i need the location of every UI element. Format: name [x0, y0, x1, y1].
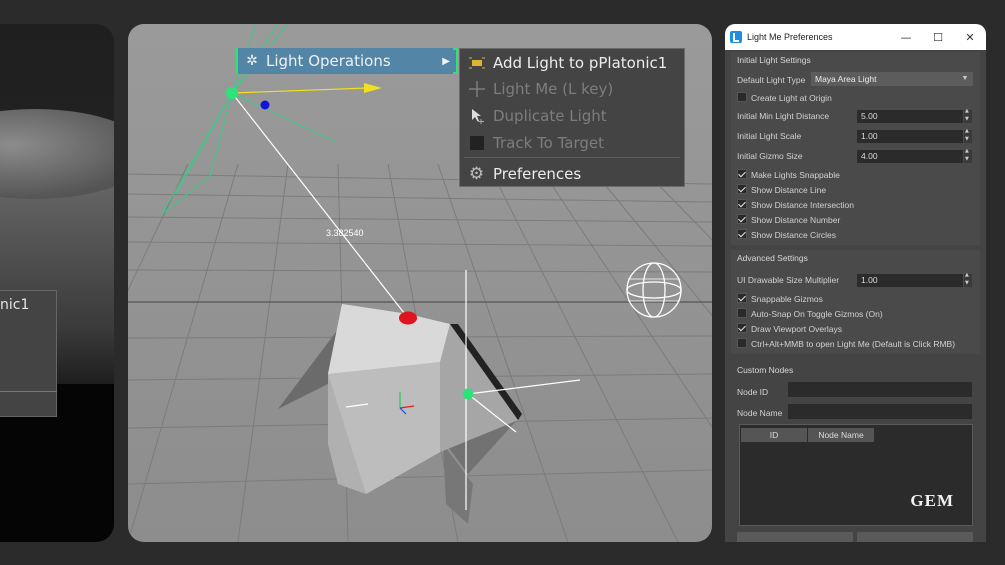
wire-sphere: [626, 262, 682, 318]
node-id-input[interactable]: [788, 382, 972, 397]
light-scale-field[interactable]: 1.00: [857, 130, 963, 143]
initial-settings-heading: Initial Light Settings: [737, 55, 811, 65]
draw-overlays-checkbox[interactable]: [737, 323, 747, 333]
show-distance-line-checkbox[interactable]: [737, 184, 747, 194]
chevron-down-icon: ▼: [961, 75, 969, 82]
minimize-button[interactable]: —: [890, 31, 922, 44]
menu-separator: [464, 157, 680, 158]
show-distance-number-checkbox[interactable]: [737, 214, 747, 224]
size-multiplier-field[interactable]: 1.00: [857, 274, 963, 287]
crosshair-icon: [460, 81, 493, 97]
light-operations-submenu: Add Light to pPlatonic1 Light Me (L key)…: [459, 48, 685, 187]
min-distance-spinner[interactable]: [964, 108, 972, 123]
advanced-settings-heading: Advanced Settings: [737, 253, 808, 263]
object-label: nic1: [0, 297, 30, 313]
light-scale-spinner[interactable]: [964, 128, 972, 143]
remove-node-button[interactable]: [857, 532, 973, 542]
ctrl-alt-mmb-checkbox[interactable]: [737, 338, 747, 348]
default-light-type-dropdown[interactable]: Maya Area Light ▼: [811, 72, 973, 86]
menu-item-light-me[interactable]: Light Me (L key): [460, 76, 684, 102]
menu-item-add-light[interactable]: Add Light to pPlatonic1: [460, 50, 684, 76]
submenu-arrow-icon: ▶: [442, 55, 450, 67]
min-distance-field[interactable]: 5.00: [857, 110, 963, 123]
cursor-duplicate-icon: [460, 108, 493, 124]
distance-readout: 3.382540: [326, 228, 364, 238]
initial-settings-section: Initial Light Settings Default Light Typ…: [731, 52, 980, 245]
gem-logo: GEM: [910, 491, 954, 510]
column-header-id[interactable]: ID: [741, 428, 807, 442]
menu-item-preferences[interactable]: ⚙ Preferences: [460, 161, 684, 187]
custom-nodes-table[interactable]: ID Node Name GEM: [739, 424, 973, 526]
gizmo-size-spinner[interactable]: [964, 148, 972, 163]
node-name-input[interactable]: [788, 404, 972, 419]
gear-icon: ⚙: [468, 164, 485, 184]
make-snappable-checkbox[interactable]: [737, 169, 747, 179]
custom-nodes-heading: Custom Nodes: [737, 365, 794, 375]
snappable-gizmos-checkbox[interactable]: [737, 293, 747, 303]
window-title: Light Me Preferences: [747, 32, 833, 42]
gizmo-size-field[interactable]: 4.00: [857, 150, 963, 163]
menu-bracket: [453, 48, 458, 74]
menu-item-duplicate-light[interactable]: Duplicate Light: [460, 103, 684, 129]
menu-root-label: Light Operations: [266, 52, 391, 70]
left-viewport[interactable]: nic1: [0, 24, 114, 542]
show-distance-intersection-checkbox[interactable]: [737, 199, 747, 209]
window-titlebar[interactable]: Light Me Preferences — ☐ ✕: [725, 24, 986, 50]
close-button[interactable]: ✕: [954, 31, 986, 44]
preferences-window: Light Me Preferences — ☐ ✕ Initial Light…: [725, 24, 986, 542]
cylinder-top: [0, 109, 114, 199]
auto-snap-checkbox[interactable]: [737, 308, 747, 318]
advanced-settings-section: Advanced Settings UI Drawable Size Multi…: [731, 250, 980, 354]
app-icon: [730, 31, 742, 43]
create-at-origin-checkbox[interactable]: [737, 92, 747, 102]
menu-item-track-to-target[interactable]: Track To Target: [460, 130, 684, 156]
sun-icon: ✲: [246, 53, 258, 69]
maximize-button[interactable]: ☐: [922, 31, 954, 44]
add-light-icon: [460, 57, 493, 69]
column-header-node-name[interactable]: Node Name: [808, 428, 874, 442]
size-multiplier-spinner[interactable]: [964, 272, 972, 287]
show-distance-circles-checkbox[interactable]: [737, 229, 747, 239]
square-icon: [460, 135, 493, 151]
menu-light-operations[interactable]: ✲ Light Operations ▶: [236, 48, 456, 74]
add-node-button[interactable]: [737, 532, 853, 542]
object-label-panel: nic1: [0, 290, 57, 417]
